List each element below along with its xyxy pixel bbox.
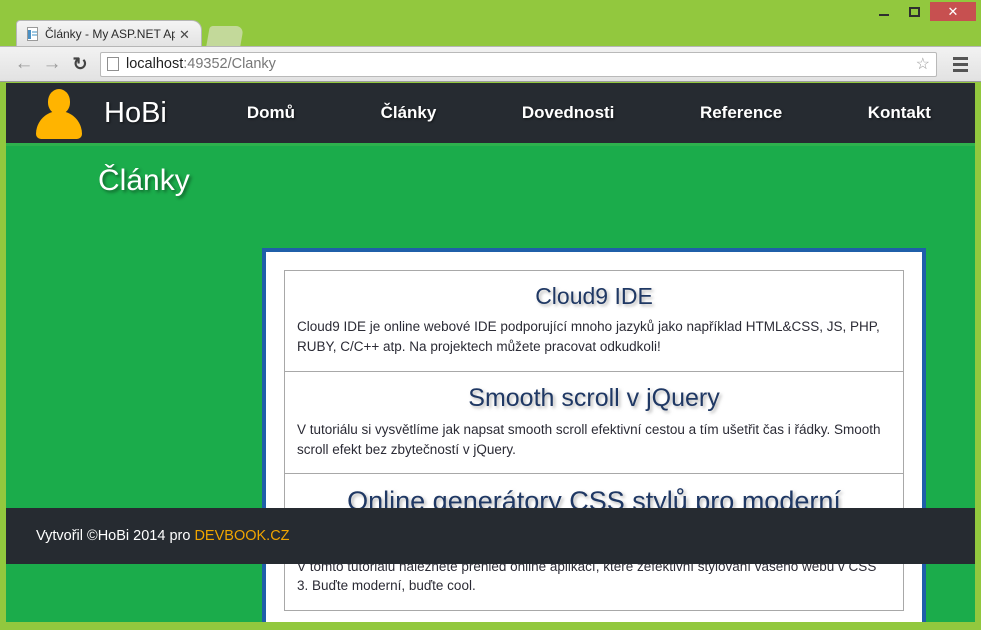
close-icon: ✕ (948, 5, 959, 18)
page-favicon-icon (25, 27, 40, 42)
minimize-button[interactable] (868, 2, 899, 21)
menu-button[interactable] (947, 51, 973, 77)
nav-item-domu[interactable]: Domů (247, 103, 295, 123)
reload-icon: ↻ (72, 54, 87, 75)
site-body: Články Cloud9 IDE Cloud9 IDE je online w… (6, 146, 975, 564)
back-arrow-icon: ← (15, 53, 34, 75)
tab-close-icon[interactable]: ✕ (179, 28, 190, 41)
browser-tab[interactable]: Články - My ASP.NET App ✕ (16, 20, 202, 47)
browser-toolbar: ← → ↻ localhost:49352/Clanky ☆ (0, 46, 981, 82)
footer-credit: Vytvořil ©HoBi 2014 pro (36, 528, 194, 544)
brand-name: HoBi (104, 97, 167, 130)
window-bottom-edge (0, 622, 981, 630)
browser-window: ✕ Články - My ASP.NET App ✕ ← → ↻ localh… (0, 0, 981, 630)
site-footer: Vytvořil ©HoBi 2014 pro DEVBOOK.CZ (6, 508, 975, 564)
site-navbar: HoBi Domů Články Dovednosti Reference Ko… (6, 83, 975, 146)
url-host: localhost (126, 56, 183, 72)
reload-button[interactable]: ↻ (66, 50, 94, 78)
maximize-icon (909, 7, 920, 17)
nav-item-clanky[interactable]: Články (381, 103, 437, 123)
tab-title: Články - My ASP.NET App (45, 27, 175, 41)
back-button[interactable]: ← (10, 50, 38, 78)
hamburger-icon (953, 69, 968, 72)
article-text: V tutoriálu si vysvětlíme jak napsat smo… (297, 420, 891, 459)
footer-link-devbook[interactable]: DEVBOOK.CZ (194, 528, 289, 544)
url-text: localhost:49352/Clanky (126, 56, 910, 72)
maximize-button[interactable] (899, 2, 930, 21)
site-brand[interactable]: HoBi (6, 87, 167, 139)
nav-item-reference[interactable]: Reference (700, 103, 782, 123)
page-icon (107, 57, 119, 71)
footer-text: Vytvořil ©HoBi 2014 pro DEVBOOK.CZ (36, 528, 290, 544)
window-controls: ✕ (868, 2, 976, 21)
nav-item-dovednosti[interactable]: Dovednosti (522, 103, 615, 123)
articles-panel: Cloud9 IDE Cloud9 IDE je online webové I… (262, 248, 926, 622)
article-text: Cloud9 IDE je online webové IDE podporuj… (297, 317, 891, 356)
page-viewport: HoBi Domů Články Dovednosti Reference Ko… (6, 83, 975, 622)
article-item[interactable]: Cloud9 IDE Cloud9 IDE je online webové I… (284, 270, 904, 371)
article-item[interactable]: Smooth scroll v jQuery V tutoriálu si vy… (284, 371, 904, 474)
hamburger-icon (953, 63, 968, 66)
forward-arrow-icon: → (43, 53, 62, 75)
article-title: Smooth scroll v jQuery (297, 384, 891, 413)
bookmark-star-icon[interactable]: ☆ (916, 54, 930, 74)
forward-button[interactable]: → (38, 50, 66, 78)
new-tab-button[interactable] (206, 26, 244, 47)
url-path: :49352/Clanky (183, 56, 276, 72)
tab-strip: Články - My ASP.NET App ✕ (0, 20, 981, 47)
article-title: Cloud9 IDE (297, 283, 891, 309)
nav-item-kontakt[interactable]: Kontakt (868, 103, 931, 123)
site-nav-links: Domů Články Dovednosti Reference Kontakt (167, 103, 975, 123)
person-icon (36, 87, 82, 139)
minimize-icon (879, 14, 889, 16)
address-bar[interactable]: localhost:49352/Clanky ☆ (100, 52, 937, 77)
hamburger-icon (953, 57, 968, 60)
close-button[interactable]: ✕ (930, 2, 976, 21)
page-title: Články (98, 164, 190, 198)
window-titlebar: ✕ (0, 0, 981, 22)
